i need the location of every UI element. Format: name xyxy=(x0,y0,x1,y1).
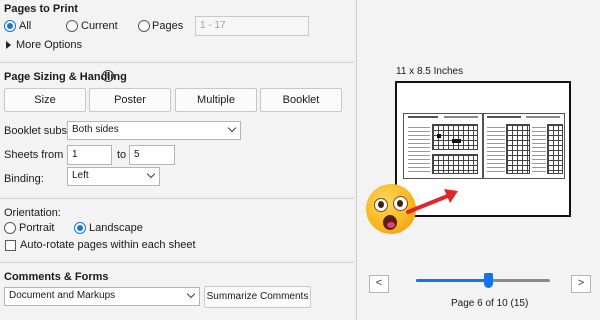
landscape-label[interactable]: Landscape xyxy=(89,222,143,234)
next-page-button[interactable]: > xyxy=(571,275,591,293)
chevron-down-icon xyxy=(227,123,237,133)
booklet-tab-button[interactable]: Booklet xyxy=(260,88,342,112)
autorotate-checkbox[interactable] xyxy=(5,240,16,251)
page-sizing-section: Page Sizing & Handling i Size Poster Mul… xyxy=(0,62,354,196)
comments-forms-value: Document and Markups xyxy=(9,290,116,301)
paper-size-label: 11 x 8.5 Inches xyxy=(396,66,464,77)
booklet-subset-dropdown[interactable]: Both sides xyxy=(67,121,241,140)
pages-to-print-section: Pages to Print All Current Pages 1 - 17 … xyxy=(0,0,354,60)
poster-tab-button[interactable]: Poster xyxy=(89,88,171,112)
binding-label: Binding: xyxy=(4,173,44,185)
sheets-to-label: to xyxy=(117,149,127,161)
current-page-radio[interactable] xyxy=(66,20,78,32)
orientation-title: Orientation: xyxy=(4,207,61,219)
all-pages-label[interactable]: All xyxy=(19,20,31,32)
info-icon[interactable]: i xyxy=(102,70,114,82)
portrait-radio[interactable] xyxy=(4,222,16,234)
sheets-from-label: Sheets from xyxy=(4,149,64,161)
chevron-right-icon[interactable] xyxy=(6,41,11,49)
binding-value: Left xyxy=(72,170,89,181)
red-arrow-icon xyxy=(406,189,458,214)
chevron-down-icon xyxy=(146,169,156,179)
summarize-comments-button[interactable]: Summarize Comments xyxy=(204,286,311,308)
booklet-subset-value: Both sides xyxy=(72,124,119,135)
landscape-radio[interactable] xyxy=(74,222,86,234)
page-status-label: Page 6 of 10 (15) xyxy=(451,298,529,309)
binding-dropdown[interactable]: Left xyxy=(67,167,160,186)
preview-sheet-right xyxy=(483,113,565,179)
prev-page-button[interactable]: < xyxy=(369,275,389,293)
page-slider-fill xyxy=(416,279,488,282)
preview-sheet-left xyxy=(403,113,483,179)
page-range-input[interactable]: 1 - 17 xyxy=(195,16,309,36)
print-settings-pane: Pages to Print All Current Pages 1 - 17 … xyxy=(0,0,354,320)
sheets-to-input[interactable]: 5 xyxy=(129,145,175,165)
portrait-label[interactable]: Portrait xyxy=(19,222,54,234)
comments-forms-section: Comments & Forms Document and Markups Su… xyxy=(0,262,354,320)
more-options-link[interactable]: More Options xyxy=(16,39,82,51)
multiple-tab-button[interactable]: Multiple xyxy=(175,88,257,112)
chevron-down-icon xyxy=(186,289,196,299)
autorotate-label[interactable]: Auto-rotate pages within each sheet xyxy=(20,239,196,251)
page-range-radio[interactable] xyxy=(138,20,150,32)
orientation-section: Orientation: Portrait Landscape Auto-rot… xyxy=(0,198,354,260)
current-page-label[interactable]: Current xyxy=(81,20,118,32)
pages-to-print-title: Pages to Print xyxy=(4,3,78,15)
size-tab-button[interactable]: Size xyxy=(4,88,86,112)
comments-forms-title: Comments & Forms xyxy=(4,271,109,283)
page-range-label[interactable]: Pages xyxy=(152,20,183,32)
sheets-from-input[interactable]: 1 xyxy=(67,145,112,165)
comments-forms-dropdown[interactable]: Document and Markups xyxy=(4,287,200,306)
page-slider-thumb[interactable] xyxy=(484,273,493,288)
all-pages-radio[interactable] xyxy=(4,20,16,32)
